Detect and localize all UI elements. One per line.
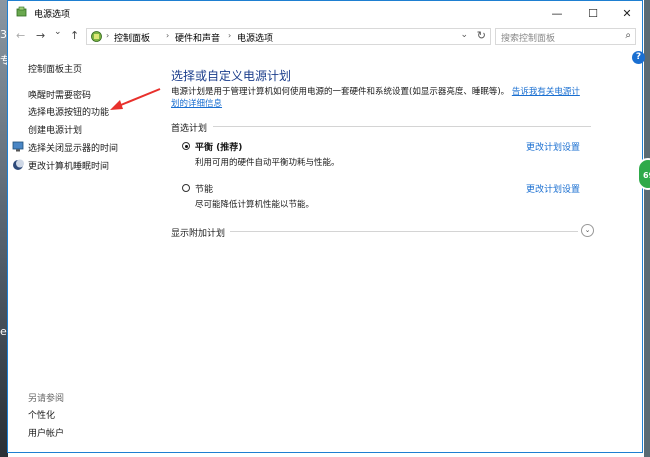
title-bar[interactable]: 电源选项 — ☐ ✕ (8, 1, 642, 25)
search-icon[interactable]: ⌕ (625, 30, 631, 41)
page-title: 选择或自定义电源计划 (171, 69, 292, 83)
address-bar[interactable]: › 控制面板 › 硬件和声音 › 电源选项 ⌄ ↻ (86, 28, 491, 45)
recent-locations-button[interactable]: ⌄ (54, 27, 62, 37)
forward-button[interactable]: → (36, 29, 45, 42)
sidebar-user-accounts[interactable]: 用户帐户 (28, 426, 64, 439)
learn-more-link-continued[interactable]: 划的详细信息 (171, 99, 222, 109)
refresh-icon[interactable]: ↻ (477, 29, 486, 42)
plan-balanced-name[interactable]: 平衡 (推荐) (195, 140, 242, 153)
monitor-icon (12, 141, 24, 152)
sidebar-control-panel-home[interactable]: 控制面板主页 (28, 62, 82, 75)
control-panel-icon (91, 31, 102, 42)
address-dropdown-icon[interactable]: ⌄ (460, 30, 468, 40)
breadcrumb-power-options[interactable]: 电源选项 (237, 31, 273, 44)
floating-badge[interactable]: 69 (637, 158, 650, 190)
plan-power-saver-radio[interactable] (182, 184, 190, 192)
chevron-down-icon[interactable]: ⌄ (581, 224, 594, 237)
search-box[interactable]: 搜索控制面板 ⌕ (495, 28, 636, 45)
maximize-button[interactable]: ☐ (576, 1, 610, 25)
breadcrumb-control-panel[interactable]: 控制面板 (114, 31, 150, 44)
plan-balanced-change-settings-link[interactable]: 更改计划设置 (526, 140, 580, 153)
sidebar-sleep-time[interactable]: 更改计算机睡眠时间 (28, 159, 109, 172)
sidebar-power-button-function[interactable]: 选择电源按钮的功能 (28, 105, 109, 118)
maximize-icon: ☐ (588, 6, 598, 20)
breadcrumb-hardware-sound[interactable]: 硬件和声音 (175, 31, 220, 44)
back-button[interactable]: ← (16, 29, 25, 42)
moon-icon (13, 159, 24, 170)
sidebar-create-power-plan[interactable]: 创建电源计划 (28, 123, 82, 136)
plan-balanced-description: 利用可用的硬件自动平衡功耗与性能。 (195, 158, 340, 168)
plan-power-saver-change-settings-link[interactable]: 更改计划设置 (526, 182, 580, 195)
breadcrumb-separator-icon: › (228, 31, 232, 40)
sidebar-require-password[interactable]: 唤醒时需要密码 (28, 88, 91, 101)
annotation-arrow-icon (110, 88, 161, 110)
plan-balanced-radio[interactable] (182, 142, 190, 150)
power-options-window: 电源选项 — ☐ ✕ ← → ⌄ ↑ › 控制面板 › 硬件和声音 › 电源选项… (7, 0, 645, 453)
help-icon[interactable]: ? (632, 51, 645, 64)
navigation-bar: ← → ⌄ ↑ › 控制面板 › 硬件和声音 › 电源选项 ⌄ ↻ 搜索控制面板… (8, 25, 642, 49)
section-divider (213, 126, 591, 127)
description-text: 电源计划是用于管理计算机如何使用电源的一套硬件和系统设置(如显示器亮度、睡眠等)… (171, 87, 510, 97)
show-additional-plans-section[interactable]: 显示附加计划 (171, 226, 225, 239)
power-options-app-icon (16, 6, 27, 17)
see-also-heading: 另请参阅 (28, 394, 65, 404)
close-button[interactable]: ✕ (610, 1, 644, 25)
learn-more-link[interactable]: 告诉我有关电源计 (512, 87, 580, 97)
section-divider (230, 231, 578, 232)
breadcrumb-separator-icon: › (166, 31, 170, 40)
sidebar-personalization[interactable]: 个性化 (28, 408, 55, 421)
preferred-plans-section: 首选计划 (171, 124, 208, 134)
up-button[interactable]: ↑ (70, 29, 79, 42)
plan-power-saver-name[interactable]: 节能 (195, 182, 213, 195)
background-text-3: e (0, 325, 7, 338)
window-title: 电源选项 (34, 10, 71, 20)
desktop-background-right (644, 0, 650, 457)
minimize-button[interactable]: — (540, 1, 574, 25)
search-input[interactable]: 搜索控制面板 (501, 31, 555, 44)
plan-power-saver-description: 尽可能降低计算机性能以节能。 (195, 200, 315, 210)
minimize-icon: — (551, 6, 563, 20)
page-description: 电源计划是用于管理计算机如何使用电源的一套硬件和系统设置(如显示器亮度、睡眠等)… (171, 86, 599, 110)
close-icon: ✕ (622, 6, 632, 20)
background-text-1: 3 (0, 28, 7, 41)
breadcrumb-separator-icon: › (106, 31, 110, 40)
sidebar-display-off-time[interactable]: 选择关闭显示器的时间 (28, 141, 118, 154)
